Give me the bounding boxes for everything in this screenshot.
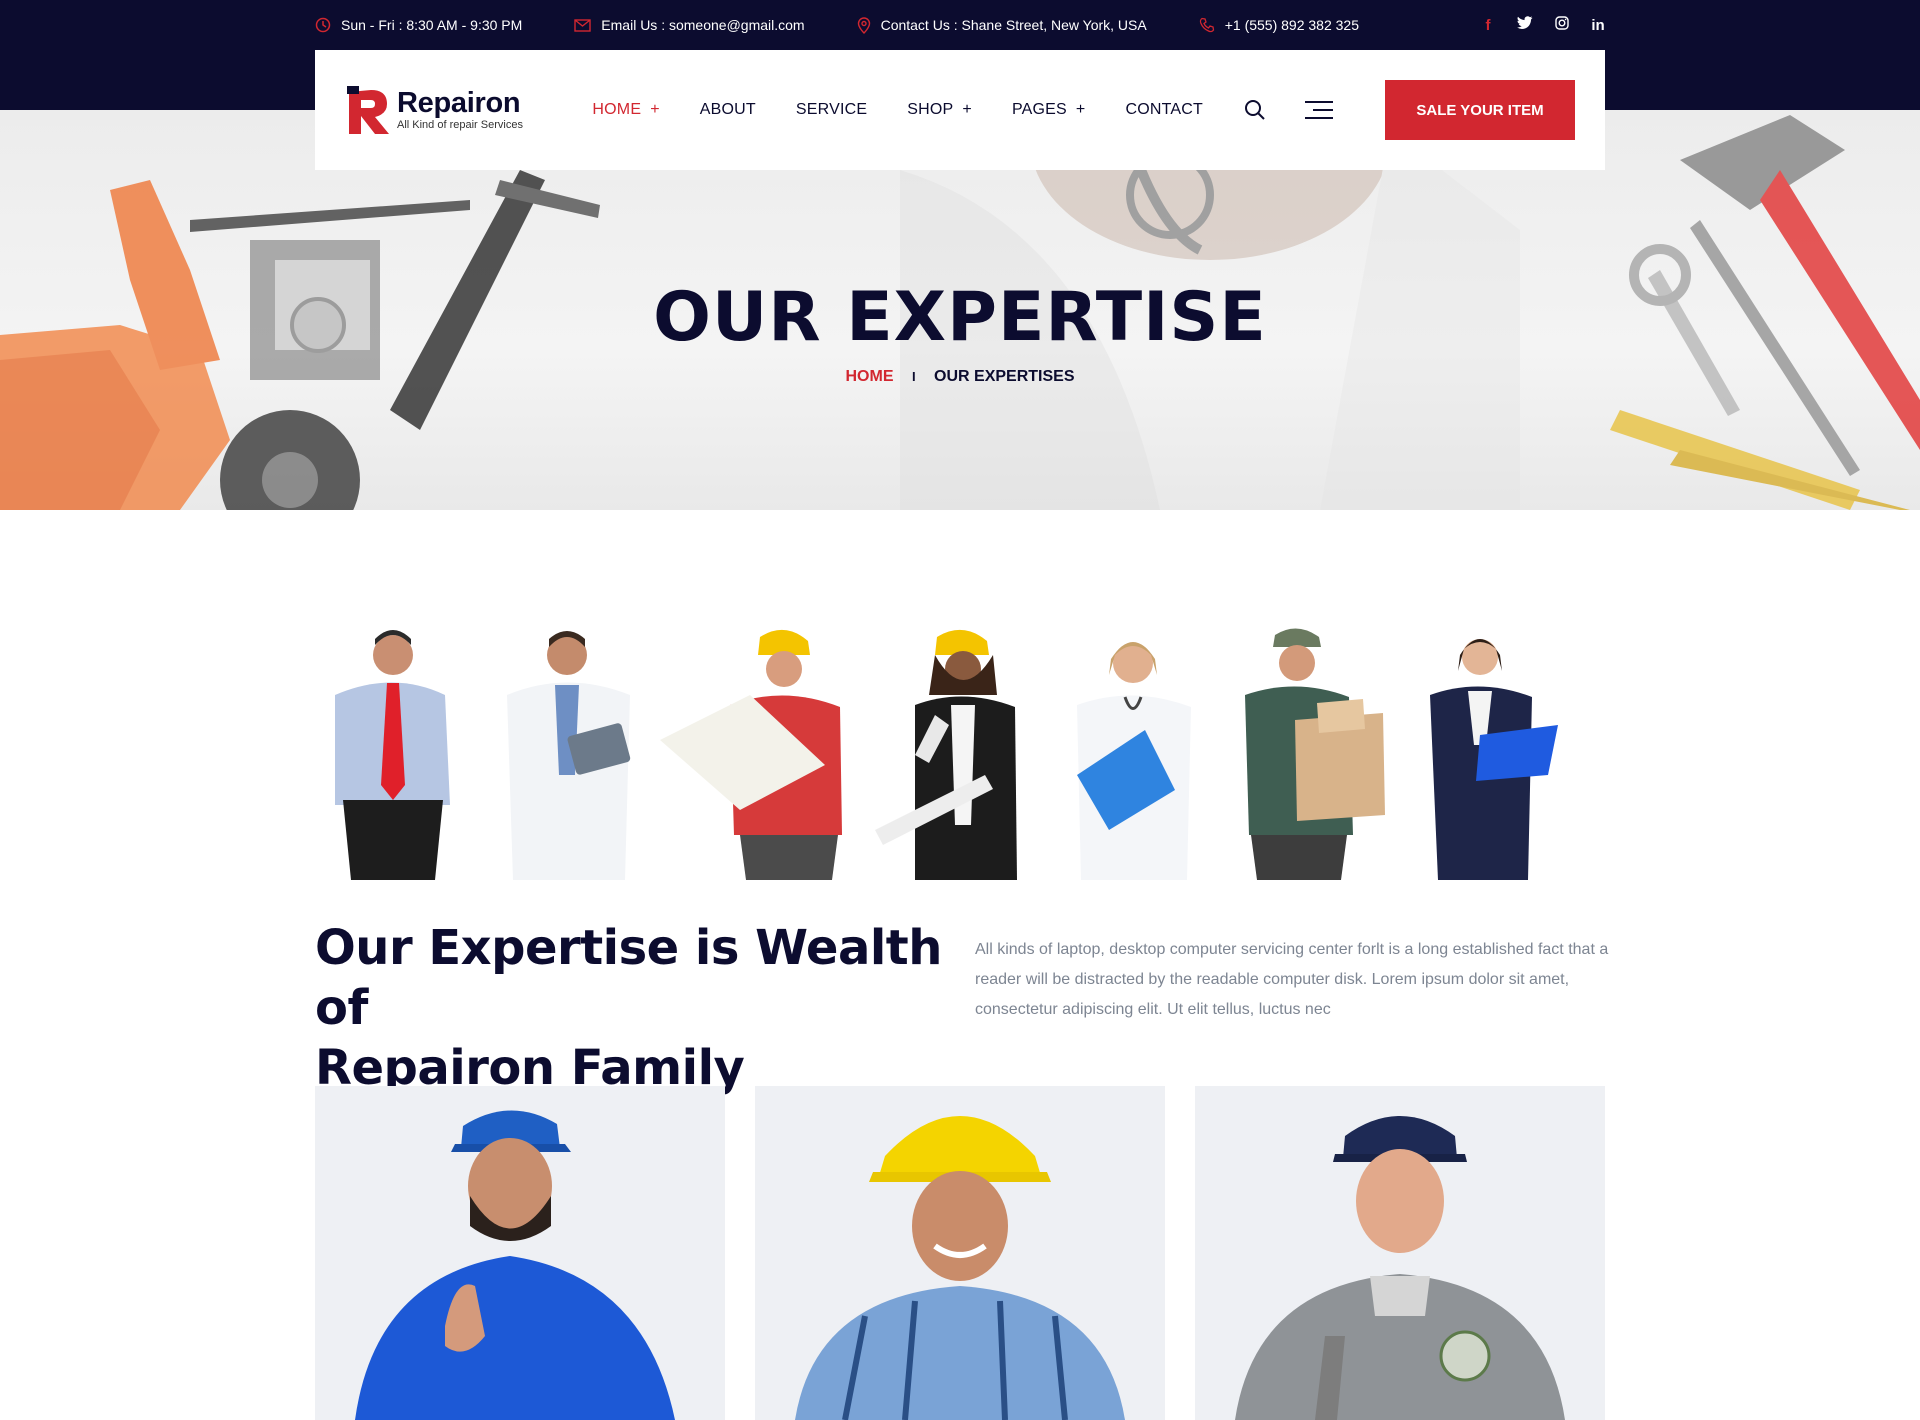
top-bar-content: Sun - Fri : 8:30 AM - 9:30 PM Email Us :… [315,0,1605,50]
architect-woman-image [875,629,1017,880]
delivery-man-image [1245,628,1385,880]
envelope-icon [574,18,591,32]
logo-tagline: All Kind of repair Services [397,119,523,131]
linkedin-icon[interactable]: in [1591,17,1605,34]
location-pin-icon [857,16,870,34]
hamburger-menu-icon[interactable] [1305,100,1333,120]
nav-item-service[interactable]: SERVICE [796,101,867,119]
expertise-description: All kinds of laptop, desktop computer se… [975,941,1609,1018]
logo-mark-icon [347,86,389,134]
doctor-image [507,631,631,880]
worker-yellow-helmet-image [795,1116,1125,1420]
address-info: Contact Us : Shane Street, New York, USA [857,16,1147,34]
nav-label: SERVICE [795,101,868,118]
nav-label: PAGES [1011,101,1067,118]
phone-icon [1199,17,1214,33]
phone-info[interactable]: +1 (555) 892 382 325 [1199,17,1359,33]
clock-icon [315,17,331,33]
nav-item-contact[interactable]: CONTACT [1125,101,1203,119]
mechanic-blue-cap-image [355,1110,675,1420]
expertise-heading: Our Expertise is Wealth of Repairon Fami… [315,918,945,1098]
facebook-icon[interactable]: f [1481,17,1495,34]
header-tools: SALE YOUR ITEM [1243,80,1575,140]
breadcrumb: HOME I OUR EXPERTISES [0,368,1920,386]
site-logo[interactable]: Repairon All Kind of repair Services [345,84,537,136]
expertise-heading-line1: Our Expertise is Wealth of [315,920,942,1036]
email-text: Email Us : someone@gmail.com [601,17,805,33]
social-links: f in [1481,16,1605,34]
construction-worker-image [660,629,842,880]
businessman-image [335,630,450,880]
nav-label: HOME [592,101,642,118]
professionals-strip [315,625,1605,880]
page-hero: OUR EXPERTISE HOME I OUR EXPERTISES [0,110,1920,510]
breadcrumb-current: OUR EXPERTISES [934,368,1075,385]
email-info[interactable]: Email Us : someone@gmail.com [574,17,805,33]
team-member-card[interactable] [1195,1086,1605,1420]
team-member-card[interactable] [755,1086,1165,1420]
sale-your-item-button[interactable]: SALE YOUR ITEM [1385,80,1575,140]
nav-label: SHOP [907,101,954,118]
nav-label: CONTACT [1125,101,1203,118]
team-member-card[interactable] [315,1086,725,1420]
plus-icon: + [962,101,972,118]
search-icon[interactable] [1243,98,1267,122]
nav-label: ABOUT [699,101,756,118]
main-header: Repairon All Kind of repair Services HOM… [315,50,1605,170]
hours-info: Sun - Fri : 8:30 AM - 9:30 PM [315,17,522,33]
nav-item-about[interactable]: ABOUT [700,101,756,119]
instagram-icon[interactable] [1555,16,1569,34]
page-title: OUR EXPERTISE [653,278,1267,357]
twitter-icon[interactable] [1517,16,1533,34]
nav-item-shop[interactable]: SHOP + [907,101,972,119]
nav-item-home[interactable]: HOME + [592,101,659,119]
breadcrumb-separator: I [911,369,916,384]
businesswoman-image [1430,639,1558,880]
logo-name: Repairon [397,87,521,119]
plumber-gray-shirt-image [1235,1116,1565,1420]
plus-icon: + [1075,101,1086,118]
hours-text: Sun - Fri : 8:30 AM - 9:30 PM [341,17,523,33]
address-text: Contact Us : Shane Street, New York, USA [880,17,1147,33]
nav-item-pages[interactable]: PAGES + [1012,101,1086,119]
main-nav: HOME + ABOUT SERVICE SHOP + PAGES + CONT… [592,101,1243,119]
doctor-woman-image [1077,642,1191,880]
phone-text: +1 (555) 892 382 325 [1224,17,1359,33]
plus-icon: + [650,101,660,118]
breadcrumb-home-link[interactable]: HOME [845,368,893,385]
